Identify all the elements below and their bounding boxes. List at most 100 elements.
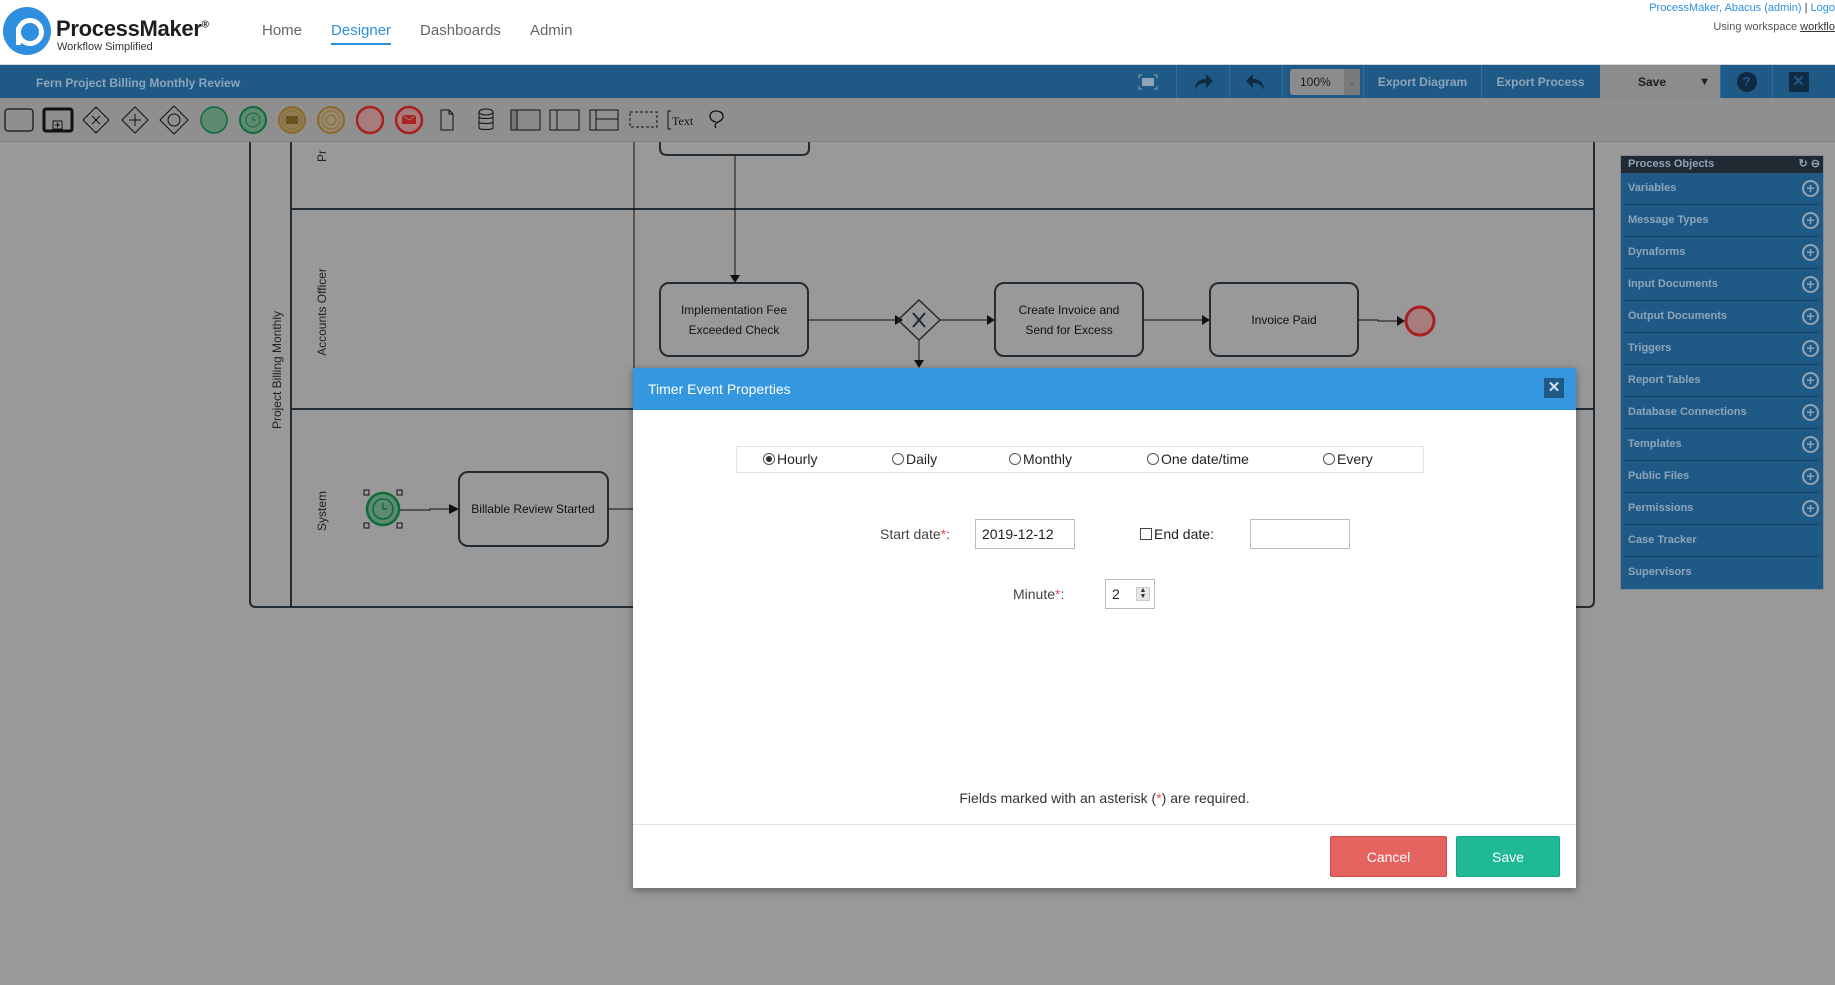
lane-label-pr: Pr	[315, 150, 329, 162]
dialog-close-button[interactable]: ✕	[1544, 378, 1564, 398]
help-button[interactable]: ?	[1720, 65, 1772, 99]
nav-home[interactable]: Home	[262, 22, 302, 45]
add-circle-icon[interactable]: +	[1802, 308, 1819, 325]
data-object-tool-icon[interactable]	[440, 109, 454, 131]
end-date-input[interactable]	[1250, 519, 1350, 549]
message-end-event-tool-icon[interactable]	[394, 105, 424, 135]
po-item-message-types[interactable]: Message Types +	[1625, 205, 1819, 237]
redo-button[interactable]	[1176, 65, 1228, 99]
po-item-triggers[interactable]: Triggers +	[1625, 333, 1819, 365]
add-circle-icon[interactable]: +	[1802, 468, 1819, 485]
task-create-invoice[interactable]: Create Invoice and Send for Excess	[994, 282, 1144, 357]
lane-split-tool-icon[interactable]	[589, 109, 619, 131]
task-billable-review-started[interactable]: Billable Review Started	[458, 471, 609, 547]
task-tool-icon[interactable]	[4, 108, 34, 132]
processmaker-logo-icon[interactable]	[3, 7, 51, 55]
nav-designer[interactable]: Designer	[331, 22, 392, 45]
add-circle-icon[interactable]: +	[1802, 244, 1819, 261]
po-item-label: Output Documents	[1628, 310, 1727, 322]
required-fields-note: Fields marked with an asterisk (*) are r…	[959, 790, 1250, 806]
message-intermediate-event-tool-icon[interactable]	[278, 106, 306, 134]
task-invoice-paid[interactable]: Invoice Paid	[1209, 282, 1359, 357]
radio-every[interactable]: Every	[1323, 451, 1373, 467]
undo-button[interactable]	[1229, 65, 1281, 99]
cancel-button[interactable]: Cancel	[1330, 836, 1447, 877]
end-event-tool-icon[interactable]	[355, 105, 385, 135]
add-circle-icon[interactable]: +	[1802, 436, 1819, 453]
export-process-button[interactable]: Export Process	[1481, 65, 1599, 99]
sequence-flow[interactable]	[1358, 319, 1400, 322]
radio-button[interactable]	[1147, 453, 1159, 465]
radio-monthly[interactable]: Monthly	[1009, 451, 1072, 467]
user-link[interactable]: ProcessMaker, Abacus (admin)	[1649, 2, 1801, 14]
workspace-link[interactable]: workflo	[1800, 21, 1835, 33]
po-item-templates[interactable]: Templates +	[1625, 429, 1819, 461]
radio-daily[interactable]: Daily	[892, 451, 937, 467]
minute-stepper[interactable]: 2 ▲ ▼	[1105, 579, 1155, 609]
po-item-public-files[interactable]: Public Files +	[1625, 461, 1819, 493]
zoom-select[interactable]: 100% ⌄	[1290, 69, 1360, 95]
task-implementation-fee-check[interactable]: Implementation Fee Exceeded Check	[659, 282, 809, 357]
add-circle-icon[interactable]: +	[1802, 404, 1819, 421]
po-item-input-documents[interactable]: Input Documents +	[1625, 269, 1819, 301]
timer-intermediate-event-tool-icon[interactable]	[317, 106, 345, 134]
radio-hourly[interactable]: Hourly	[763, 451, 817, 467]
inclusive-gateway-tool-icon[interactable]	[159, 105, 189, 135]
task-partial[interactable]	[659, 142, 810, 156]
arrowhead	[1202, 315, 1210, 325]
collapse-icon[interactable]: ⊖	[1811, 158, 1820, 170]
pool-tool-icon[interactable]	[510, 109, 541, 131]
task-label-line: Implementation Fee	[681, 303, 787, 317]
export-diagram-button[interactable]: Export Diagram	[1363, 65, 1481, 99]
nav-dashboards[interactable]: Dashboards	[420, 22, 501, 45]
subprocess-tool-icon[interactable]	[42, 107, 74, 133]
save-button[interactable]: Save	[1456, 836, 1560, 877]
po-item-label: Permissions	[1628, 502, 1694, 514]
save-dropdown-button[interactable]: Save ▼	[1600, 65, 1720, 99]
end-date-checkbox[interactable]	[1140, 528, 1152, 540]
group-tool-icon[interactable]	[629, 111, 658, 128]
close-designer-button[interactable]: ✕	[1772, 65, 1824, 99]
po-item-case-tracker[interactable]: Case Tracker	[1625, 525, 1819, 557]
lasso-tool-icon[interactable]	[709, 110, 724, 129]
po-item-database-connections[interactable]: Database Connections +	[1625, 397, 1819, 429]
po-item-dynaforms[interactable]: Dynaforms +	[1625, 237, 1819, 269]
timer-start-event[interactable]	[365, 491, 401, 527]
add-circle-icon[interactable]: +	[1802, 180, 1819, 197]
po-item-variables[interactable]: Variables +	[1625, 173, 1819, 205]
exclusive-gateway-tool-icon[interactable]	[82, 106, 110, 134]
po-item-report-tables[interactable]: Report Tables +	[1625, 365, 1819, 397]
fullscreen-button[interactable]	[1128, 65, 1168, 99]
end-event[interactable]	[1404, 305, 1436, 337]
chevron-down-icon: ⌄	[1344, 69, 1360, 95]
radio-button[interactable]	[1009, 453, 1021, 465]
nav-admin[interactable]: Admin	[530, 22, 573, 45]
lane-tool-icon[interactable]	[549, 109, 580, 131]
add-circle-icon[interactable]: +	[1802, 372, 1819, 389]
radio-label: Daily	[906, 451, 938, 467]
po-item-permissions[interactable]: Permissions +	[1625, 493, 1819, 525]
text-annotation-tool-icon[interactable]: Text	[667, 110, 694, 130]
add-circle-icon[interactable]: +	[1802, 212, 1819, 229]
add-circle-icon[interactable]: +	[1802, 500, 1819, 517]
process-objects-header: Process Objects ↻ ⊖	[1621, 156, 1823, 173]
radio-button[interactable]	[1323, 453, 1335, 465]
add-circle-icon[interactable]: +	[1802, 276, 1819, 293]
start-event-tool-icon[interactable]	[200, 106, 228, 134]
po-item-output-documents[interactable]: Output Documents +	[1625, 301, 1819, 333]
radio-one-date-time[interactable]: One date/time	[1147, 451, 1249, 467]
spinner-arrows-icon[interactable]: ▲ ▼	[1136, 587, 1150, 601]
start-date-input[interactable]: 2019-12-12	[975, 519, 1075, 549]
parallel-gateway-tool-icon[interactable]	[121, 106, 149, 134]
sequence-flow[interactable]	[400, 508, 452, 511]
logout-link[interactable]: Logo	[1811, 2, 1835, 14]
po-item-supervisors[interactable]: Supervisors	[1625, 557, 1819, 589]
add-circle-icon[interactable]: +	[1802, 340, 1819, 357]
exclusive-gateway[interactable]	[896, 298, 942, 342]
po-item-label: Message Types	[1628, 214, 1709, 226]
data-store-tool-icon[interactable]	[478, 108, 494, 130]
refresh-icon[interactable]: ↻	[1799, 158, 1808, 170]
radio-button-selected[interactable]	[763, 453, 775, 465]
timer-start-event-tool-icon[interactable]	[239, 106, 267, 134]
radio-button[interactable]	[892, 453, 904, 465]
